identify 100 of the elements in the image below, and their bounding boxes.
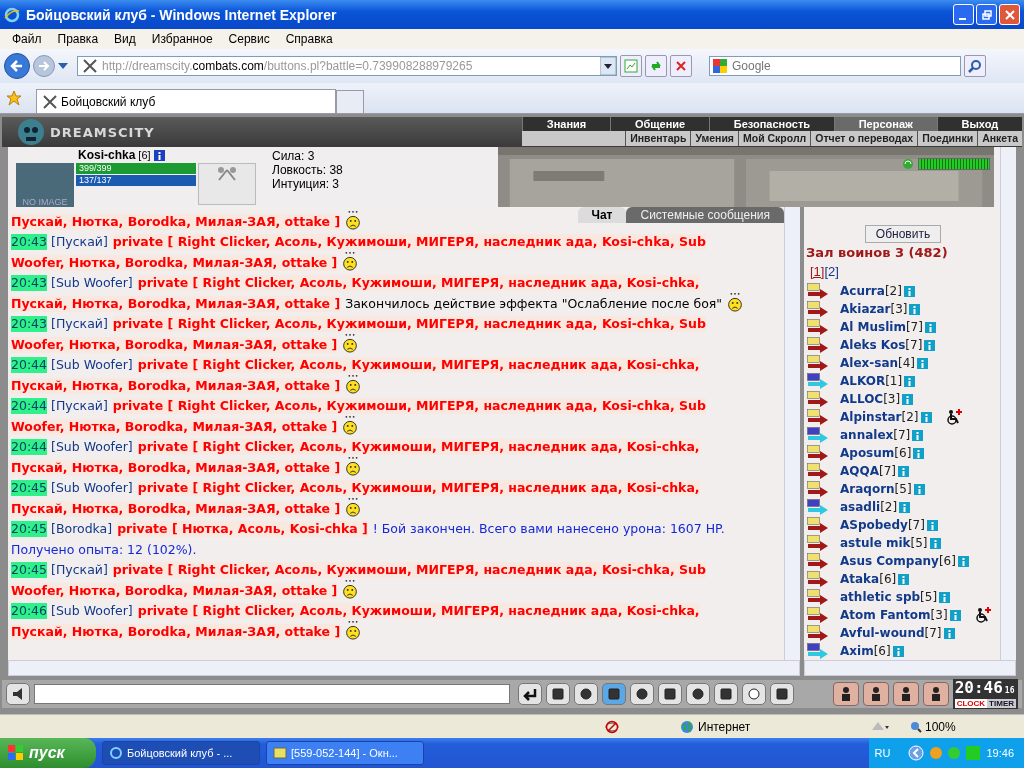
player-name[interactable]: Araqorn [840, 482, 895, 496]
menu-item[interactable]: Вид [106, 32, 144, 46]
scrollbar[interactable] [804, 660, 1016, 676]
arrow-icon[interactable] [808, 433, 828, 443]
arrow-icon[interactable] [808, 451, 828, 461]
player-name[interactable]: Alpinstar [840, 410, 902, 424]
nav-link[interactable]: Анкета [977, 131, 1022, 146]
page-link[interactable]: [1] [810, 264, 825, 279]
message-sender[interactable]: [Пускай] [51, 316, 108, 332]
arrow-icon[interactable] [808, 325, 828, 335]
player-name[interactable]: asadli [840, 500, 881, 514]
arrow-icon[interactable] [808, 595, 828, 605]
player-name[interactable]: astule mik [840, 536, 911, 550]
arrow-icon[interactable] [808, 559, 828, 569]
message-sender[interactable]: [Sub Woofer] [51, 480, 133, 496]
player-name[interactable]: Asus Company [840, 554, 939, 568]
search-button[interactable] [964, 55, 986, 77]
menu-item[interactable]: Справка [277, 32, 341, 46]
player-name[interactable]: ASpobedy [840, 518, 908, 532]
chat-tab[interactable]: Чат [577, 207, 627, 223]
message-sender[interactable]: [Sub Woofer] [51, 603, 133, 619]
refresh-button[interactable]: Обновить [864, 225, 942, 243]
address-field[interactable]: http://dreamscity.combats.com/buttons.pl?battle=0.739908288979265 [77, 56, 617, 76]
chat-input[interactable] [34, 684, 510, 704]
expand-tray-icon[interactable] [908, 745, 925, 761]
player-name[interactable]: Atom Fantom [840, 608, 931, 622]
arrow-icon[interactable] [808, 631, 828, 641]
message-sender[interactable]: [Пускай] [51, 398, 108, 414]
menu-item[interactable]: Избранное [143, 32, 221, 46]
scrollbar[interactable] [8, 660, 800, 676]
message-sender[interactable]: [Пускай] [51, 562, 108, 578]
nav-link[interactable]: Поединки [917, 131, 978, 146]
stop-icon[interactable] [670, 55, 692, 77]
speaker-icon[interactable] [6, 683, 30, 705]
nav-tab[interactable]: Персонаж [833, 117, 937, 131]
arrow-icon[interactable] [808, 307, 828, 317]
menu-item[interactable]: Сервис [220, 32, 278, 46]
message-sender[interactable]: [Пускай] [51, 234, 108, 250]
player-name[interactable]: AQQA [840, 464, 879, 478]
dropdown-icon[interactable] [600, 57, 616, 75]
search-field[interactable]: Google [709, 56, 961, 76]
player-name[interactable]: ALKOR [840, 374, 886, 388]
scrollbar[interactable] [784, 207, 800, 660]
nav-link[interactable]: Инвентарь [625, 131, 691, 146]
arrow-icon[interactable] [808, 505, 828, 515]
restore-button[interactable] [976, 4, 997, 25]
menu-item[interactable]: Правка [49, 32, 107, 46]
zoom-button[interactable]: 100% [910, 719, 956, 734]
chat-tab[interactable]: Системные сообщения [626, 207, 784, 223]
arrow-icon[interactable] [808, 649, 828, 659]
arrow-icon[interactable] [808, 541, 828, 551]
taskbar-button[interactable]: [559-052-144] - Окн... [266, 741, 424, 765]
minimize-button[interactable] [953, 4, 974, 25]
arrow-icon[interactable] [808, 523, 828, 533]
menu-item[interactable]: Файл [4, 32, 50, 46]
nav-link[interactable]: Мой Скролл [738, 131, 811, 146]
player-name[interactable]: athletic spb [840, 590, 921, 604]
refresh-icon[interactable] [645, 55, 667, 77]
browser-tab[interactable]: Бойцовский клуб [36, 89, 336, 113]
player-name[interactable]: Alex-san [840, 356, 899, 370]
arrow-icon[interactable] [808, 415, 828, 425]
scrollbar[interactable] [1000, 207, 1016, 660]
arrow-icon[interactable] [808, 343, 828, 353]
page-link[interactable]: [2] [824, 264, 839, 279]
player-name[interactable]: Aleks Kos [840, 338, 906, 352]
message-sender[interactable]: [Sub Woofer] [51, 275, 133, 291]
player-name[interactable]: Avful-wound [840, 626, 925, 640]
close-button[interactable] [999, 4, 1020, 25]
arrow-icon[interactable] [808, 379, 828, 389]
clock-tab[interactable]: CLOCK [954, 699, 988, 708]
forward-button[interactable] [33, 55, 55, 77]
nav-link[interactable]: Отчет о переводах [810, 131, 918, 146]
new-tab-button[interactable] [336, 90, 364, 113]
player-name[interactable]: ALLOC [840, 392, 884, 406]
arrow-icon[interactable] [808, 397, 828, 407]
message-sender[interactable]: [Borodka] [51, 521, 113, 537]
favorites-star-icon[interactable] [6, 90, 22, 106]
refresh-icon[interactable] [902, 158, 914, 170]
player-name[interactable]: Axim [840, 644, 874, 658]
back-button[interactable] [4, 53, 30, 79]
player-name[interactable]: Akiazar [840, 302, 891, 316]
player-name[interactable]: Aposum [840, 446, 895, 460]
nav-link[interactable]: Умения [690, 131, 738, 146]
arrow-icon[interactable] [808, 289, 828, 299]
scrollbar[interactable] [1000, 147, 1016, 207]
timer-tab[interactable]: TIMER [987, 699, 1016, 708]
taskbar-button[interactable]: Бойцовский клуб - ... [102, 741, 260, 765]
message-sender[interactable]: [Sub Woofer] [51, 439, 133, 455]
dropdown-icon[interactable] [58, 63, 68, 69]
player-name[interactable]: Al Muslim [840, 320, 906, 334]
arrow-icon[interactable] [808, 469, 828, 479]
person-icon[interactable] [832, 682, 859, 706]
player-name[interactable]: annalex [840, 428, 894, 442]
info-icon[interactable] [153, 149, 165, 161]
arrow-icon[interactable] [808, 577, 828, 587]
player-name[interactable]: Ataka [840, 572, 880, 586]
player-name[interactable]: Acurra [840, 284, 885, 298]
arrow-icon[interactable] [808, 487, 828, 497]
arrow-icon[interactable] [808, 613, 828, 623]
message-sender[interactable]: [Sub Woofer] [51, 357, 133, 373]
